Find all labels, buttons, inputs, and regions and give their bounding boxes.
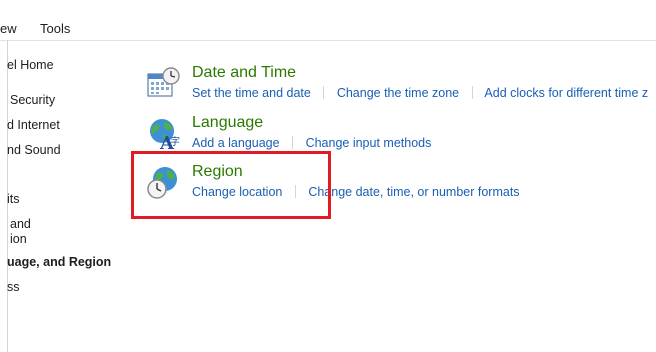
sidebar-item-user-accounts[interactable]: its bbox=[7, 192, 20, 207]
sidebar-item-appearance-and-personalization-line1[interactable]: and bbox=[10, 217, 31, 232]
language-title[interactable]: Language bbox=[192, 114, 263, 132]
menu-tools[interactable]: Tools bbox=[40, 21, 70, 36]
sidebar-item-appearance-and-personalization-line2[interactable]: ion bbox=[10, 232, 27, 247]
change-location-link[interactable]: Change location bbox=[192, 185, 282, 199]
link-separator bbox=[471, 86, 473, 99]
change-time-zone-link[interactable]: Change the time zone bbox=[337, 86, 459, 100]
date-and-time-links: Set the time and date Change the time zo… bbox=[192, 86, 648, 100]
sidebar: el Home Security d Internet nd Sound its… bbox=[0, 40, 125, 352]
sidebar-item-network-and-internet[interactable]: d Internet bbox=[7, 118, 60, 133]
change-input-methods-link[interactable]: Change input methods bbox=[306, 136, 432, 150]
svg-text:字: 字 bbox=[170, 135, 180, 148]
region-links: Change location Change date, time, or nu… bbox=[192, 185, 520, 199]
change-formats-link[interactable]: Change date, time, or number formats bbox=[308, 185, 519, 199]
sidebar-item-clock-language-region[interactable]: uage, and Region bbox=[7, 255, 111, 270]
set-time-and-date-link[interactable]: Set the time and date bbox=[192, 86, 311, 100]
region-globe-clock-icon bbox=[147, 167, 177, 199]
link-separator bbox=[292, 136, 294, 149]
sidebar-item-system-and-security[interactable]: Security bbox=[10, 93, 55, 108]
region-title[interactable]: Region bbox=[192, 163, 243, 181]
add-clocks-link[interactable]: Add clocks for different time z bbox=[484, 86, 648, 100]
language-links: Add a language Change input methods bbox=[192, 136, 431, 150]
menu-view[interactable]: ew bbox=[0, 21, 17, 36]
menu-bar: ew Tools bbox=[0, 0, 656, 41]
calendar-clock-icon bbox=[147, 67, 180, 97]
add-a-language-link[interactable]: Add a language bbox=[192, 136, 280, 150]
language-globe-icon: A 字 bbox=[150, 119, 180, 152]
sidebar-item-ease-of-access[interactable]: ss bbox=[7, 280, 20, 295]
date-and-time-title[interactable]: Date and Time bbox=[192, 64, 296, 82]
sidebar-item-hardware-and-sound[interactable]: nd Sound bbox=[7, 143, 61, 158]
sidebar-item-control-panel-home[interactable]: el Home bbox=[7, 58, 54, 73]
link-separator bbox=[294, 185, 296, 198]
link-separator bbox=[323, 86, 325, 99]
